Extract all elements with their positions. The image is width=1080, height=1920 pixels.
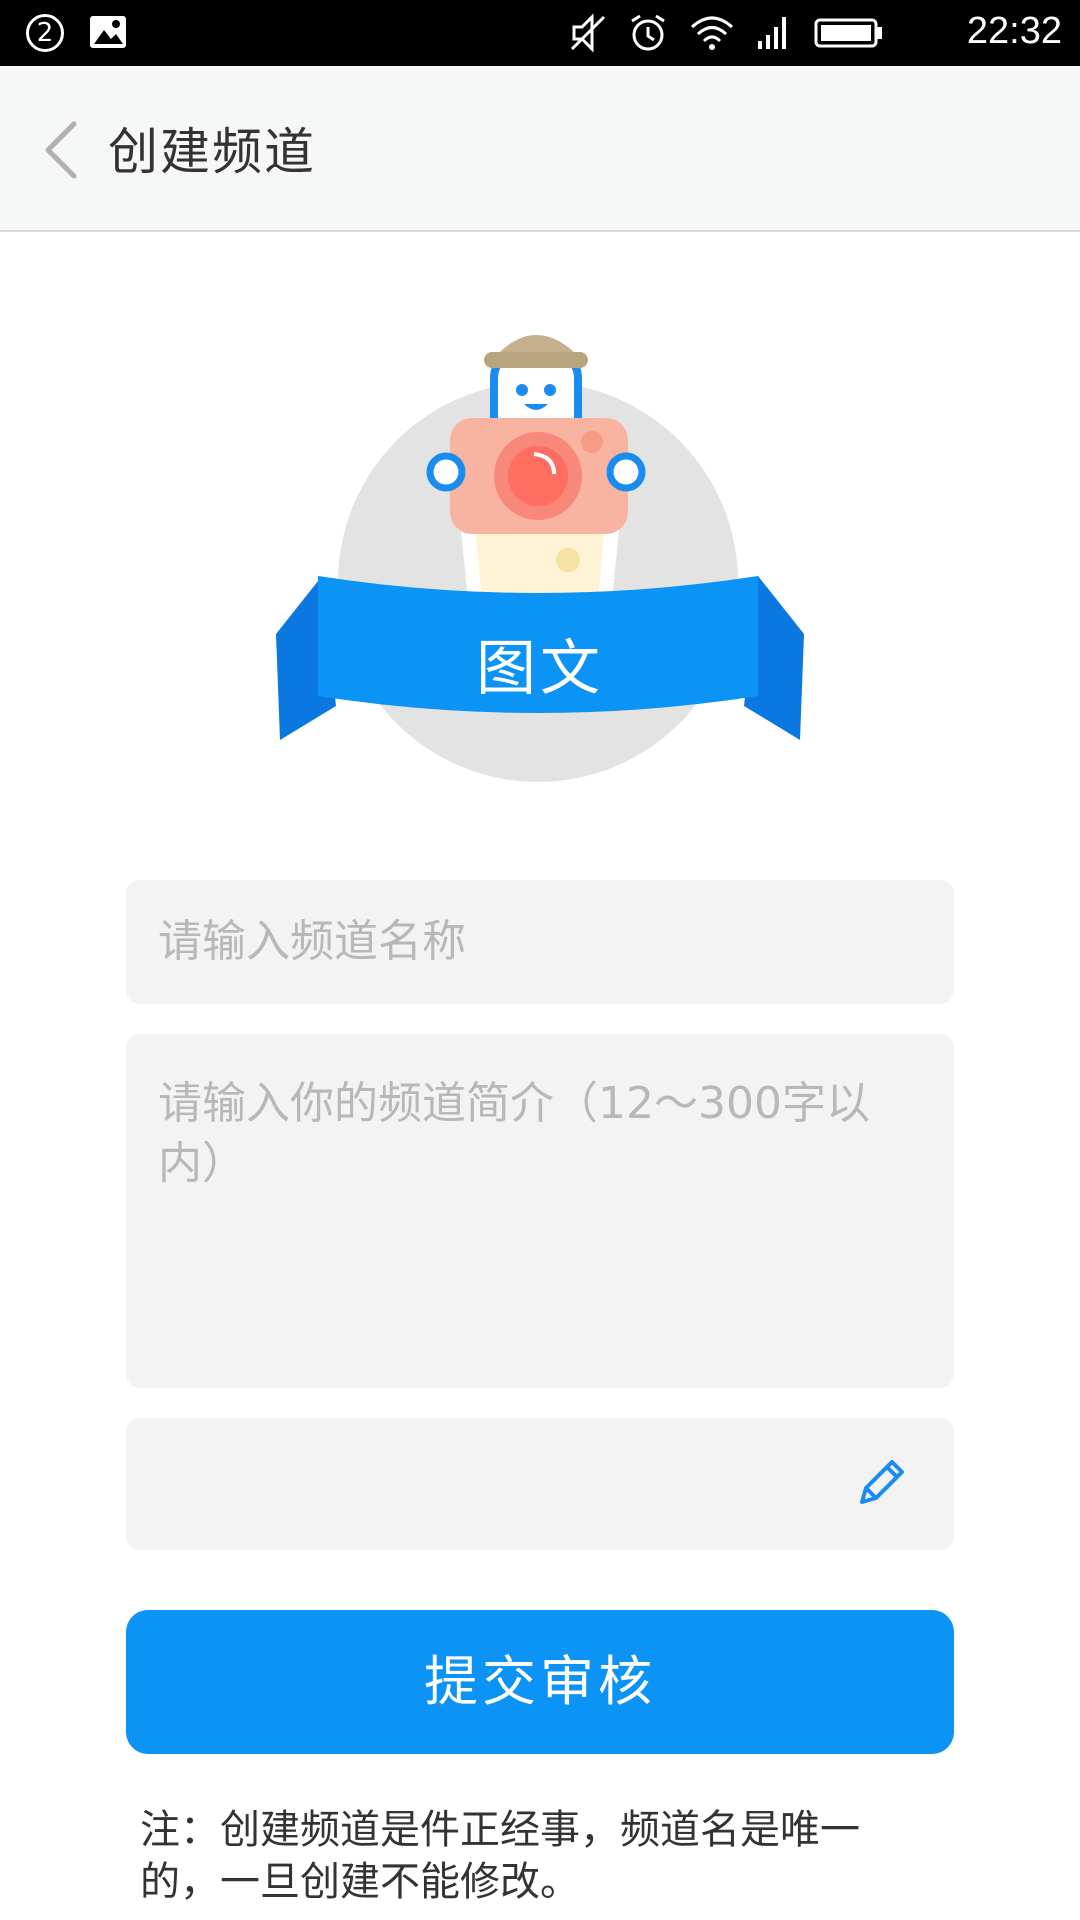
channel-type-label: 图文 [476, 634, 604, 704]
nav-bar: 创建频道 [0, 66, 1080, 232]
status-icons [570, 12, 884, 54]
status-time: 22:32 [966, 10, 1062, 52]
signal-icon [758, 17, 786, 49]
notification-count-badge: 2 [26, 14, 64, 52]
note-text: 注：创建频道是件正经事，频道名是唯一的，一旦创建不能修改。 [140, 1807, 860, 1905]
alarm-icon [631, 14, 665, 51]
status-bar: 2 22:32 [0, 0, 1080, 66]
channel-name-input[interactable]: 请输入频道名称 [126, 880, 954, 1004]
channel-extra-field[interactable] [126, 1418, 954, 1550]
battery-icon [814, 18, 882, 48]
image-icon [90, 16, 126, 48]
channel-intro-textarea[interactable]: 请输入你的频道简介（12～300字以内） [126, 1034, 954, 1388]
wifi-icon [690, 16, 734, 50]
channel-intro-placeholder: 请输入你的频道简介（12～300字以内） [158, 1078, 870, 1189]
camera-mascot-badge [276, 335, 804, 782]
channel-name-placeholder: 请输入频道名称 [158, 916, 466, 967]
page-title: 创建频道 [108, 123, 316, 181]
pencil-icon[interactable] [854, 1456, 908, 1510]
submit-review-button[interactable]: 提交审核 [126, 1610, 954, 1754]
chevron-left-icon[interactable] [40, 118, 84, 182]
channel-type-illustration: 图文 [270, 320, 810, 800]
mute-icon [570, 13, 606, 53]
